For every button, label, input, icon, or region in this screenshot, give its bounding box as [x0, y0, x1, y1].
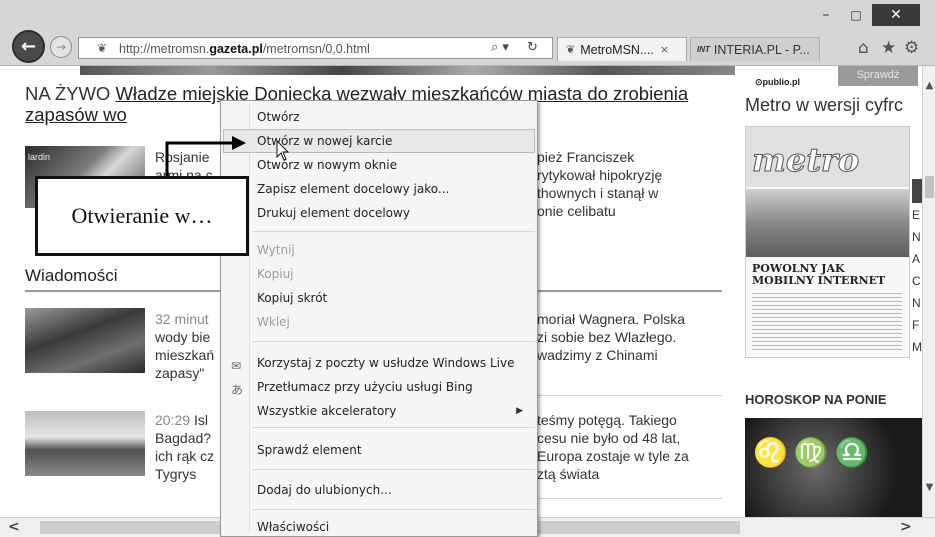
- publio-logo: ⊙publio.pl: [755, 77, 801, 87]
- forward-arrow-icon: →: [55, 40, 67, 54]
- scroll-left-icon[interactable]: <: [8, 519, 20, 535]
- minimize-button[interactable]: –: [812, 4, 840, 26]
- story-divider: [537, 498, 722, 499]
- menu-item-open-new-window[interactable]: Otwórz w nowym oknie: [223, 153, 535, 177]
- favorites-star-icon[interactable]: ★: [881, 38, 896, 58]
- home-icon[interactable]: ⌂: [858, 38, 869, 58]
- forward-button[interactable]: →: [50, 36, 72, 58]
- settings-gear-icon[interactable]: ⚙: [904, 38, 919, 58]
- horoscope-heading[interactable]: HOROSKOP NA PONIE: [745, 392, 887, 407]
- story-divider: [537, 395, 722, 396]
- story-thumbnail[interactable]: [25, 308, 145, 373]
- address-bar[interactable]: ❦ http://metromsn.gazeta.pl/metromsn/0,0…: [78, 37, 553, 59]
- menu-item-open-new-tab[interactable]: Otwórz w nowej karcie: [223, 129, 535, 153]
- thumbnail-caption: lardin: [28, 152, 51, 162]
- menu-separator: [253, 469, 535, 470]
- back-button[interactable]: ←: [12, 30, 45, 63]
- refresh-icon[interactable]: ↻: [527, 40, 538, 55]
- metro-logo: metro: [751, 141, 860, 180]
- horoscope-image[interactable]: ♌♍♎: [745, 418, 922, 517]
- story1-text-right[interactable]: pież Franciszek rytykował hipokryzję thow…: [537, 148, 662, 220]
- tab-label: MetroMSN....: [580, 42, 654, 57]
- metro-cover-image[interactable]: metro POWOLNY JAK MOBILNY INTERNET: [745, 126, 910, 358]
- menu-separator: [253, 341, 535, 342]
- vertical-scrollbar[interactable]: ▲ ▼: [922, 66, 935, 517]
- tab-metromsn[interactable]: ❦ MetroMSN.... ×: [557, 37, 687, 61]
- menu-separator: [253, 509, 535, 510]
- metro-digital-heading[interactable]: Metro w wersji cyfrc: [745, 95, 903, 116]
- scroll-up-icon[interactable]: ▲: [923, 80, 935, 96]
- context-menu: Otwórz Otwórz w nowej karcie Otwórz w no…: [220, 100, 538, 537]
- cover-photo: [746, 189, 909, 257]
- scroll-thumb[interactable]: [925, 176, 934, 198]
- menu-item-copy-shortcut[interactable]: Kopiuj skrót: [223, 286, 535, 310]
- story2-text-right[interactable]: moriał Wagnera. Polska zi sobie bez Wlazł…: [537, 310, 685, 364]
- tab-label: INTERIA.PL - P...: [713, 42, 810, 57]
- mouse-pointer-icon: [276, 140, 290, 161]
- banner-image: [80, 66, 735, 75]
- story2-text-left[interactable]: 32 minut wody bie mieszkań zapasy": [155, 310, 214, 382]
- menu-item-open[interactable]: Otwórz: [223, 105, 535, 129]
- site-favicon-icon: ❦: [97, 41, 108, 55]
- menu-item-save-target[interactable]: Zapisz element docelowy jako...: [223, 177, 535, 201]
- story-thumbnail[interactable]: [25, 411, 145, 476]
- menu-item-paste[interactable]: Wklej: [223, 310, 535, 334]
- story3-text-right[interactable]: teśmy potęgą. Takiego cesu nie było od 48…: [537, 411, 689, 483]
- menu-item-add-to-favorites[interactable]: Dodaj do ulubionych...: [223, 478, 535, 502]
- close-window-button[interactable]: ✕: [872, 4, 920, 26]
- menu-separator: [253, 231, 535, 232]
- callout-box: Otwieranie w…: [35, 176, 249, 256]
- tab-close-icon[interactable]: ×: [660, 43, 669, 56]
- browser-chrome: – □ ✕ ← → ❦ http://metromsn.gazeta.pl/me…: [0, 0, 935, 66]
- story3-text-left[interactable]: 20:29 Isl Bagdad? ich rąk cz Tygrys: [155, 411, 214, 483]
- menu-separator: [253, 427, 535, 428]
- menu-item-bing-translate[interactable]: あ Przetłumacz przy użyciu usługi Bing: [223, 375, 535, 399]
- side-accent-bar: [912, 179, 922, 203]
- sprawdz-button[interactable]: Sprawdź: [838, 66, 918, 86]
- section-title-news[interactable]: Wiadomości: [25, 266, 118, 286]
- menu-item-all-accelerators[interactable]: Wszystkie akceleratory ▶: [223, 399, 535, 423]
- menu-item-copy[interactable]: Kopiuj: [223, 262, 535, 286]
- maximize-button[interactable]: □: [842, 4, 870, 26]
- menu-item-properties[interactable]: Właściwości: [223, 515, 535, 537]
- interia-favicon-icon: INT: [697, 45, 710, 54]
- scroll-right-icon[interactable]: >: [900, 519, 912, 535]
- cover-headline: POWOLNY JAK MOBILNY INTERNET: [752, 262, 886, 287]
- menu-item-cut[interactable]: Wytnij: [223, 238, 535, 262]
- search-dropdown-icon[interactable]: ⌕ ▾: [491, 40, 509, 55]
- menu-item-print-target[interactable]: Drukuj element docelowy: [223, 201, 535, 225]
- cover-text-lines: [752, 293, 902, 353]
- cut-off-list: EN AC NF M: [912, 208, 922, 354]
- scroll-down-icon[interactable]: ▼: [923, 482, 935, 498]
- tab-interia[interactable]: INT INTERIA.PL - P...: [690, 37, 820, 61]
- submenu-arrow-icon: ▶: [516, 406, 523, 416]
- live-label: NA ŻYWO: [25, 83, 111, 104]
- menu-item-inspect-element[interactable]: Sprawdź element: [223, 438, 535, 462]
- tab-favicon-icon: ❦: [566, 43, 576, 56]
- menu-item-windows-live-mail[interactable]: ✉ Korzystaj z poczty w usłudze Windows L…: [223, 351, 535, 375]
- back-arrow-icon: ←: [20, 36, 37, 57]
- url-text[interactable]: http://metromsn.gazeta.pl/metromsn/0,0.h…: [119, 42, 370, 56]
